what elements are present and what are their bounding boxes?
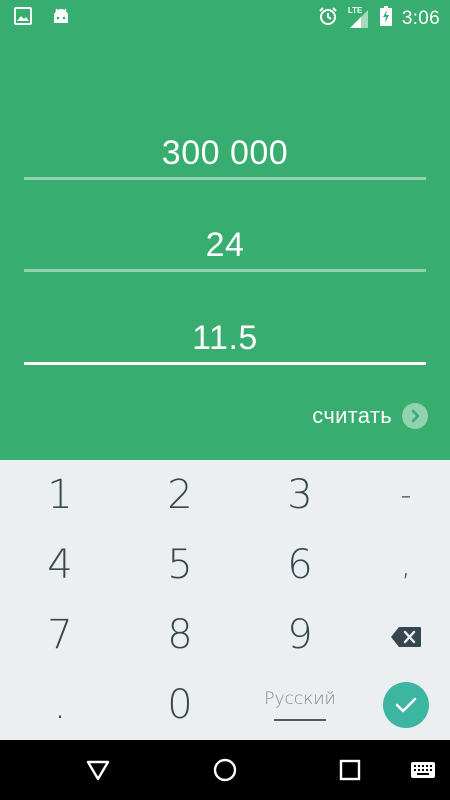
numeric-keyboard: 1 2 3 - 4 5 6 , 7 8 9 . 0 Русский bbox=[0, 460, 450, 740]
back-triangle-icon bbox=[86, 760, 110, 781]
alarm-icon bbox=[318, 6, 338, 31]
recents-square-icon bbox=[339, 759, 361, 781]
network-type-label: LTE bbox=[347, 5, 363, 15]
recents-button[interactable] bbox=[320, 740, 380, 800]
rate-value: 11.5 bbox=[192, 319, 258, 357]
status-bar: LTE 3:06 bbox=[0, 0, 450, 32]
amount-value: 300 000 bbox=[161, 134, 289, 172]
navigation-bar bbox=[0, 740, 450, 800]
clock: 3:06 bbox=[401, 7, 440, 29]
key-0[interactable]: 0 bbox=[124, 670, 236, 740]
key-1[interactable]: 1 bbox=[4, 460, 116, 530]
keyboard-icon bbox=[411, 762, 435, 778]
checkmark-icon bbox=[383, 682, 429, 728]
android-icon bbox=[52, 7, 70, 30]
term-underline bbox=[24, 269, 426, 272]
key-9[interactable]: 9 bbox=[244, 600, 356, 670]
rate-field[interactable]: 11.5 bbox=[24, 318, 426, 365]
home-button[interactable] bbox=[195, 740, 255, 800]
key-4[interactable]: 4 bbox=[4, 530, 116, 600]
image-icon bbox=[14, 7, 32, 30]
language-switch-key[interactable]: Русский bbox=[230, 670, 370, 740]
backspace-key[interactable] bbox=[350, 600, 450, 670]
language-indicator bbox=[274, 719, 326, 721]
calculate-label: считать bbox=[312, 403, 392, 428]
signal-icon: LTE bbox=[347, 5, 370, 29]
calculate-button[interactable]: считать bbox=[312, 403, 428, 429]
key-minus[interactable]: - bbox=[350, 460, 450, 530]
backspace-icon bbox=[390, 612, 422, 658]
key-6[interactable]: 6 bbox=[244, 530, 356, 600]
term-field[interactable]: 24 bbox=[24, 225, 426, 272]
enter-key[interactable] bbox=[350, 670, 450, 740]
app-screen: LTE 3:06 300 000 24 11.5 считать bbox=[0, 0, 450, 460]
home-circle-icon bbox=[213, 758, 237, 782]
back-button[interactable] bbox=[68, 740, 128, 800]
term-value: 24 bbox=[205, 226, 245, 264]
key-comma[interactable]: , bbox=[350, 530, 450, 600]
keyboard-switcher-button[interactable] bbox=[396, 740, 450, 800]
chevron-right-icon bbox=[402, 403, 428, 429]
amount-underline bbox=[24, 177, 426, 180]
key-8[interactable]: 8 bbox=[124, 600, 236, 670]
key-2[interactable]: 2 bbox=[124, 460, 236, 530]
key-5[interactable]: 5 bbox=[124, 530, 236, 600]
rate-underline bbox=[24, 362, 426, 365]
key-3[interactable]: 3 bbox=[244, 460, 356, 530]
key-dot[interactable]: . bbox=[4, 670, 116, 740]
key-7[interactable]: 7 bbox=[4, 600, 116, 670]
amount-field[interactable]: 300 000 bbox=[24, 133, 426, 180]
battery-charging-icon bbox=[379, 6, 392, 31]
language-label: Русский bbox=[264, 689, 336, 709]
